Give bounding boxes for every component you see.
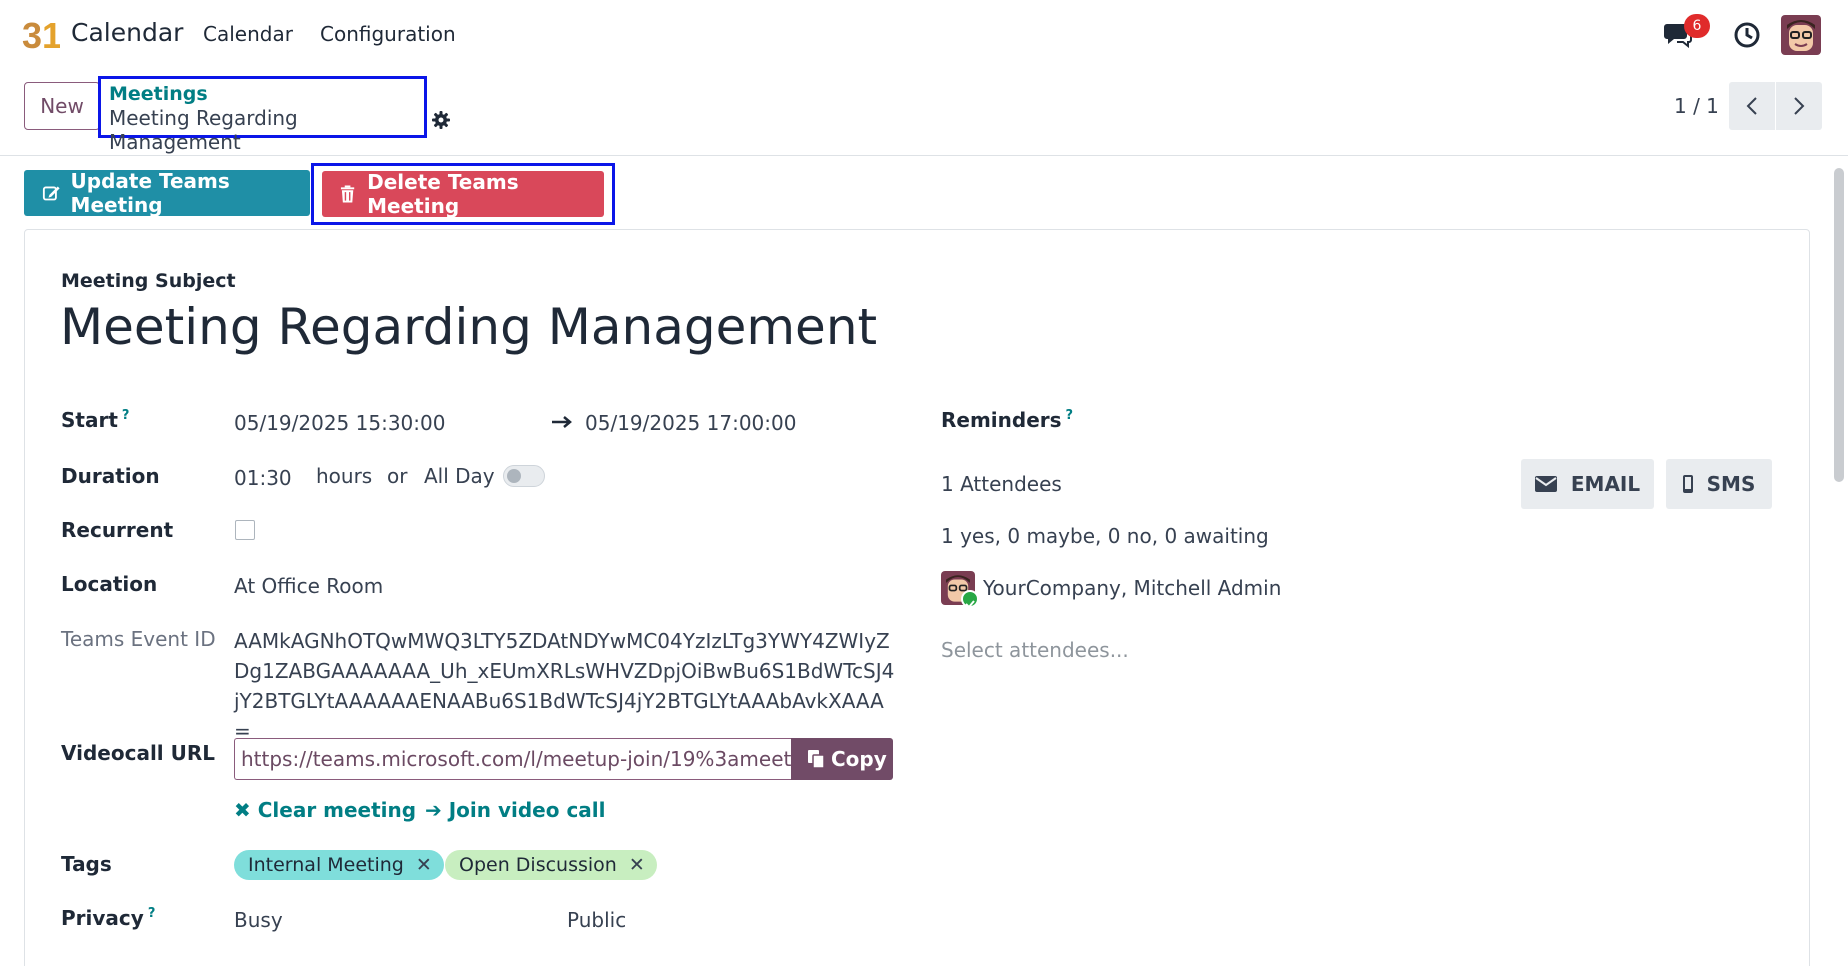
pager-previous-button[interactable]: [1729, 82, 1775, 130]
location-label: Location: [61, 572, 158, 596]
tags-label: Tags: [61, 852, 112, 876]
user-avatar[interactable]: [1781, 15, 1821, 55]
update-teams-meeting-button[interactable]: Update Teams Meeting: [24, 169, 310, 217]
duration-field[interactable]: 01:30: [234, 466, 292, 490]
all-day-toggle[interactable]: [503, 465, 545, 487]
copy-label: Copy: [831, 747, 887, 771]
gear-icon[interactable]: [431, 110, 451, 130]
breadcrumb-meetings-link[interactable]: Meetings: [109, 83, 208, 105]
trash-icon: [340, 185, 355, 203]
help-icon: ?: [121, 408, 130, 424]
envelope-icon: [1534, 476, 1557, 492]
show-as-field[interactable]: Busy: [234, 908, 283, 932]
attendees-count: 1 Attendees: [941, 472, 1062, 496]
start-label: Start?: [61, 408, 130, 432]
start-datetime-field[interactable]: 05/19/2025 15:30:00: [234, 411, 445, 435]
recurrent-checkbox[interactable]: [235, 520, 255, 540]
activity-clock-icon[interactable]: [1734, 22, 1760, 48]
delete-teams-meeting-button[interactable]: Delete Teams Meeting: [322, 170, 604, 218]
accepted-check-icon: [961, 590, 979, 609]
recurrent-label: Recurrent: [61, 518, 174, 542]
pager-next-button[interactable]: [1776, 82, 1822, 130]
chevron-right-icon: [1794, 97, 1805, 115]
copy-icon: [808, 750, 825, 769]
breadcrumb: Meetings Meeting Regarding Management: [98, 76, 427, 154]
privacy-field[interactable]: Public: [567, 908, 626, 932]
chevron-left-icon: [1746, 97, 1757, 115]
remove-tag-icon[interactable]: ✕: [629, 854, 645, 876]
app-name[interactable]: Calendar: [71, 18, 183, 47]
top-navbar: 3 1 Calendar Calendar Configuration 6: [0, 0, 1848, 68]
select-attendees-input[interactable]: Select attendees...: [941, 638, 1129, 662]
message-count-badge: 6: [1684, 14, 1710, 38]
close-icon: ✖: [234, 798, 251, 822]
menu-configuration[interactable]: Configuration: [320, 22, 456, 46]
email-button[interactable]: EMAIL: [1521, 459, 1654, 509]
or-label: or: [387, 464, 408, 488]
mobile-phone-icon: [1682, 475, 1693, 493]
delete-teams-meeting-label: Delete Teams Meeting: [367, 170, 519, 218]
stop-datetime-field[interactable]: 05/19/2025 17:00:00: [585, 411, 796, 435]
privacy-label: Privacy?: [61, 906, 156, 930]
meeting-subject-label: Meeting Subject: [61, 270, 236, 292]
duration-label: Duration: [61, 464, 160, 488]
delete-highlight-box: Delete Teams Meeting: [311, 163, 615, 225]
svg-text:1: 1: [42, 15, 60, 54]
help-icon: ?: [147, 906, 156, 922]
arrow-right-icon: ➔: [425, 798, 442, 822]
remove-tag-icon[interactable]: ✕: [416, 854, 432, 876]
videocall-url-input[interactable]: https://teams.microsoft.com/l/meetup-joi…: [234, 738, 791, 780]
teams-event-id-value: AAMkAGNhOTQwMWQ3LTY5ZDAtNDYwMC04YzIzLTg3…: [234, 629, 895, 743]
reminders-label: Reminders?: [941, 408, 1074, 432]
edit-icon: [42, 186, 60, 201]
menu-calendar[interactable]: Calendar: [203, 22, 293, 46]
update-teams-meeting-label: Update Teams Meeting: [70, 169, 230, 217]
pager-value[interactable]: 1 / 1: [1674, 94, 1719, 118]
copy-url-button[interactable]: Copy: [791, 738, 893, 780]
rsvp-summary: 1 yes, 0 maybe, 0 no, 0 awaiting: [941, 524, 1269, 548]
all-day-label: All Day: [424, 464, 495, 488]
clear-meeting-link[interactable]: ✖ Clear meeting: [234, 798, 416, 822]
tag-internal-meeting[interactable]: Internal Meeting ✕: [234, 850, 444, 880]
new-button[interactable]: New: [24, 82, 100, 130]
scrollbar[interactable]: [1834, 168, 1844, 482]
location-field[interactable]: At Office Room: [234, 574, 383, 598]
svg-text:3: 3: [22, 15, 42, 54]
hours-label: hours: [316, 464, 373, 488]
control-panel: New Meetings Meeting Regarding Managemen…: [0, 68, 1848, 156]
calendar-app-logo[interactable]: 3 1: [22, 14, 60, 54]
join-video-call-link[interactable]: ➔ Join video call: [425, 798, 606, 822]
sms-button[interactable]: SMS: [1666, 459, 1772, 509]
help-icon: ?: [1065, 408, 1074, 424]
arrow-right-icon: [552, 416, 572, 428]
tag-open-discussion[interactable]: Open Discussion ✕: [445, 850, 657, 880]
breadcrumb-current-record: Meeting Regarding Management: [109, 106, 298, 154]
teams-event-id-label: Teams Event ID: [61, 627, 216, 651]
videocall-url-label: Videocall URL: [61, 741, 216, 765]
attendee-name[interactable]: YourCompany, Mitchell Admin: [983, 576, 1281, 600]
meeting-subject-field[interactable]: Meeting Regarding Management: [60, 298, 877, 356]
